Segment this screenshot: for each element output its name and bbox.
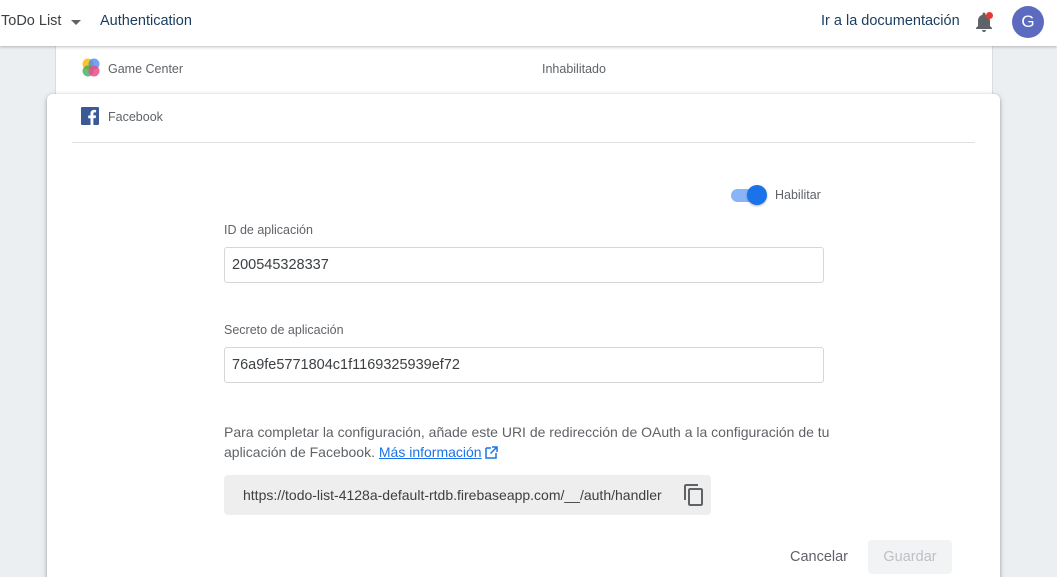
app-secret-label: Secreto de aplicación (224, 323, 344, 337)
toggle-thumb (747, 185, 767, 205)
copy-icon[interactable] (682, 483, 706, 507)
oauth-help-text: Para completar la configuración, añade e… (224, 422, 834, 462)
facebook-provider-card: Facebook Habilitar ID de aplicación Secr… (47, 94, 1000, 577)
provider-row-game-center[interactable]: Game Center Inhabilitado (55, 46, 993, 94)
enable-label: Habilitar (775, 188, 821, 202)
provider-status: Inhabilitado (542, 62, 606, 76)
app-id-input[interactable] (224, 247, 824, 283)
facebook-icon (81, 107, 99, 125)
more-info-link-label: Más información (378, 444, 482, 460)
app-secret-input[interactable] (224, 347, 824, 383)
app-id-label: ID de aplicación (224, 223, 313, 237)
top-app-bar: ToDo List Authentication Ir a la documen… (0, 0, 1057, 46)
help-text: Para completar la configuración, añade e… (224, 424, 830, 460)
provider-name: Facebook (108, 110, 163, 124)
page-title: Authentication (100, 13, 192, 29)
project-name: ToDo List (1, 13, 62, 29)
provider-name: Game Center (108, 62, 184, 76)
game-center-icon (80, 57, 102, 79)
enable-toggle[interactable] (731, 184, 767, 206)
save-button[interactable]: Guardar (868, 540, 952, 574)
docs-link[interactable]: Ir a la documentación (821, 13, 960, 29)
more-info-link[interactable]: Más información (379, 444, 482, 460)
divider (72, 142, 975, 143)
cancel-button[interactable]: Cancelar (781, 540, 857, 574)
chevron-down-icon (71, 20, 82, 25)
redirect-uri-box: https://todo-list-4128a-default-rtdb.fir… (224, 475, 711, 515)
redirect-uri: https://todo-list-4128a-default-rtdb.fir… (243, 487, 662, 503)
external-link-icon[interactable] (484, 444, 498, 459)
avatar[interactable]: G (1012, 6, 1044, 38)
notifications-bell-icon[interactable] (974, 11, 994, 33)
project-selector[interactable]: ToDo List (1, 13, 82, 29)
